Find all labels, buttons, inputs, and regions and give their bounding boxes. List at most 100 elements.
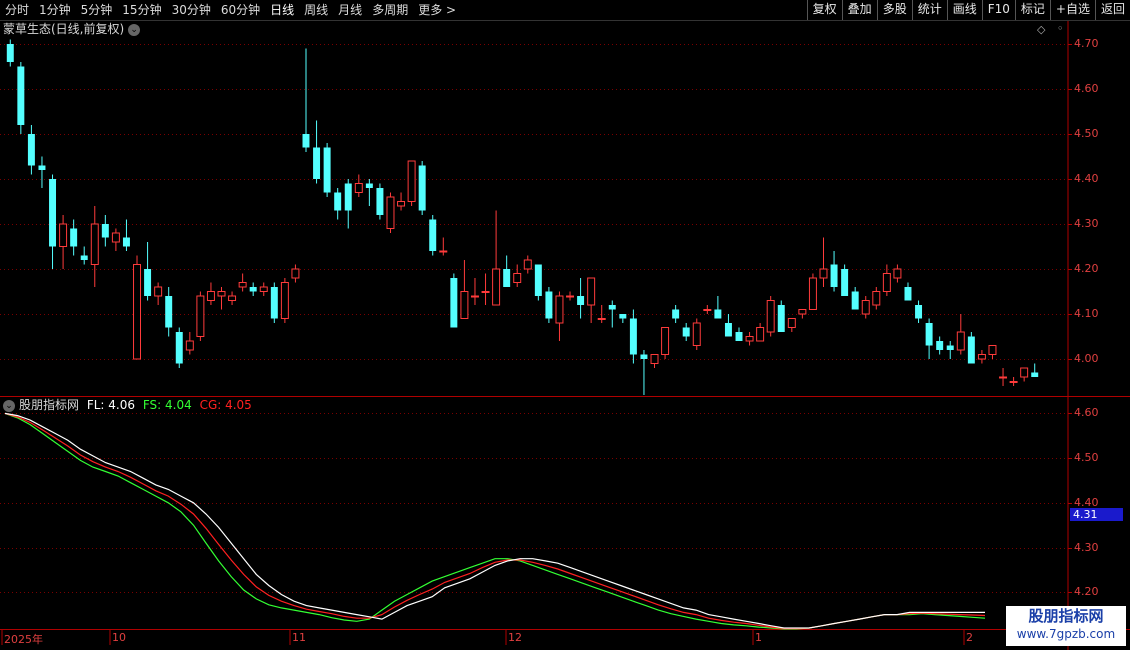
- action-button-6[interactable]: 标记: [1014, 0, 1050, 20]
- period-tab-5[interactable]: 60分钟: [216, 0, 265, 20]
- price-axis-label: 4.10: [1074, 307, 1099, 320]
- candle-body-up: [661, 327, 670, 355]
- candle-body-down: [629, 318, 637, 355]
- fl-value: FL: 4.06: [86, 398, 136, 412]
- candle-body-up: [566, 295, 575, 298]
- period-tab-6[interactable]: 日线: [265, 0, 299, 20]
- candle-body-up: [513, 273, 522, 283]
- candle-body-up: [977, 354, 986, 360]
- candle-body-up: [133, 264, 142, 360]
- candle-body-down: [1031, 372, 1039, 377]
- chevron-down-icon[interactable]: ⌄: [3, 399, 15, 412]
- candle-body-down: [534, 264, 542, 296]
- action-button-2[interactable]: 多股: [876, 0, 912, 20]
- candle-body-down: [302, 134, 310, 148]
- chevron-down-icon[interactable]: ⌄: [128, 23, 141, 36]
- action-button-1[interactable]: 叠加: [841, 0, 877, 20]
- candle-body-up: [798, 309, 807, 315]
- price-axis-label: 4.40: [1074, 172, 1099, 185]
- candle-body-down: [80, 255, 88, 260]
- action-button-7[interactable]: +自选: [1049, 0, 1095, 20]
- watermark-name: 股朋指标网: [1028, 607, 1104, 625]
- candle-body-up: [439, 250, 448, 253]
- last-value-marker: 4.31: [1070, 508, 1123, 521]
- candle-body-up: [291, 268, 300, 279]
- period-tab-0[interactable]: 分时: [0, 0, 34, 20]
- indicator-axis-label: 4.30: [1074, 540, 1099, 554]
- date-label: 10: [112, 631, 126, 644]
- candle-body-up: [597, 318, 606, 320]
- candle-body-down: [144, 269, 152, 296]
- action-button-4[interactable]: 画线: [946, 0, 982, 20]
- fs-value: FS: 4.04: [142, 398, 192, 412]
- candle-body-down: [841, 269, 849, 296]
- action-button-3[interactable]: 统计: [911, 0, 947, 20]
- candle-body-down: [946, 345, 954, 350]
- candle-body-down: [334, 192, 342, 211]
- period-tab-8[interactable]: 月线: [333, 0, 367, 20]
- candle-body-up: [228, 295, 237, 301]
- candle-body-up: [397, 201, 406, 207]
- candle-body-up: [819, 268, 828, 279]
- indicator-axis-label: 4.50: [1074, 451, 1099, 465]
- cg-line: [4, 412, 986, 630]
- diamond-icon[interactable]: ◇: [1037, 23, 1045, 36]
- candle-body-down: [122, 237, 130, 247]
- candle-body-up: [523, 259, 532, 270]
- candle-body-down: [830, 264, 838, 287]
- period-tabs: 分时 1分钟 5分钟 15分钟 30分钟 60分钟 日线 周线 月线 多周期 更多 >: [0, 0, 461, 20]
- period-tab-1[interactable]: 1分钟: [34, 0, 76, 20]
- period-tab-4[interactable]: 30分钟: [167, 0, 216, 20]
- indicator-name: 股朋指标网: [19, 398, 80, 412]
- candle-body-up: [185, 340, 194, 351]
- candle-body-down: [672, 309, 680, 319]
- candle-body-up: [1009, 381, 1018, 383]
- action-button-5[interactable]: F10: [981, 0, 1015, 20]
- candle-body-down: [640, 354, 648, 359]
- candle-body-down: [682, 327, 690, 337]
- price-axis-label: 4.60: [1074, 82, 1099, 95]
- cg-value: CG: 4.05: [199, 398, 252, 412]
- fs-line: [4, 412, 986, 630]
- candle-body-down: [27, 134, 35, 166]
- candle-body-up: [756, 327, 765, 342]
- action-button-0[interactable]: 复权: [806, 0, 842, 20]
- period-tab-2[interactable]: 5分钟: [76, 0, 118, 20]
- candle-body-down: [418, 165, 426, 211]
- stock-title[interactable]: 蒙草生态(日线,前复权) ⌄: [3, 21, 141, 37]
- candle-body-up: [1020, 367, 1029, 378]
- period-tab-10[interactable]: 更多 >: [413, 0, 461, 20]
- price-axis-label: 4.00: [1074, 352, 1099, 365]
- candle-body-up: [882, 273, 891, 292]
- candle-body-up: [59, 223, 68, 247]
- candle-body-up: [587, 277, 596, 306]
- chart-canvas[interactable]: [0, 0, 1130, 650]
- candle-body-up: [206, 291, 215, 301]
- candle-body-down: [249, 287, 257, 292]
- action-button-8[interactable]: 返回: [1094, 0, 1130, 20]
- candle-body-up: [956, 331, 965, 351]
- dot-icon[interactable]: ◦: [1057, 22, 1064, 35]
- candle-body-up: [745, 336, 754, 342]
- stock-title-text: 蒙草生态(日线,前复权): [3, 22, 125, 36]
- candle-body-down: [6, 44, 14, 62]
- candle-body-up: [787, 318, 796, 328]
- candle-body-up: [154, 286, 163, 297]
- candle-body-up: [872, 291, 881, 306]
- date-label: 2025年: [4, 633, 43, 646]
- candle-body-down: [175, 332, 183, 364]
- candle-body-down: [344, 183, 352, 211]
- period-tab-7[interactable]: 周线: [299, 0, 333, 20]
- candle-body-up: [460, 291, 469, 319]
- period-tab-9[interactable]: 多周期: [367, 0, 413, 20]
- candle-body-down: [967, 336, 975, 364]
- period-tab-3[interactable]: 15分钟: [117, 0, 166, 20]
- candle-body-up: [111, 232, 120, 243]
- indicator-title[interactable]: ⌄ 股朋指标网 FL: 4.06 FS: 4.04 CG: 4.05: [3, 398, 256, 412]
- candle-body-down: [777, 305, 785, 332]
- top-toolbar: 分时 1分钟 5分钟 15分钟 30分钟 60分钟 日线 周线 月线 多周期 更多 > 复权 叠加 多股…: [0, 0, 1130, 21]
- candle-body-down: [365, 183, 373, 188]
- candle-body-down: [313, 147, 321, 179]
- candle-body-down: [38, 165, 46, 170]
- action-buttons: 复权 叠加 多股 统计 画线 F10 标记 +自选 返回: [806, 0, 1130, 20]
